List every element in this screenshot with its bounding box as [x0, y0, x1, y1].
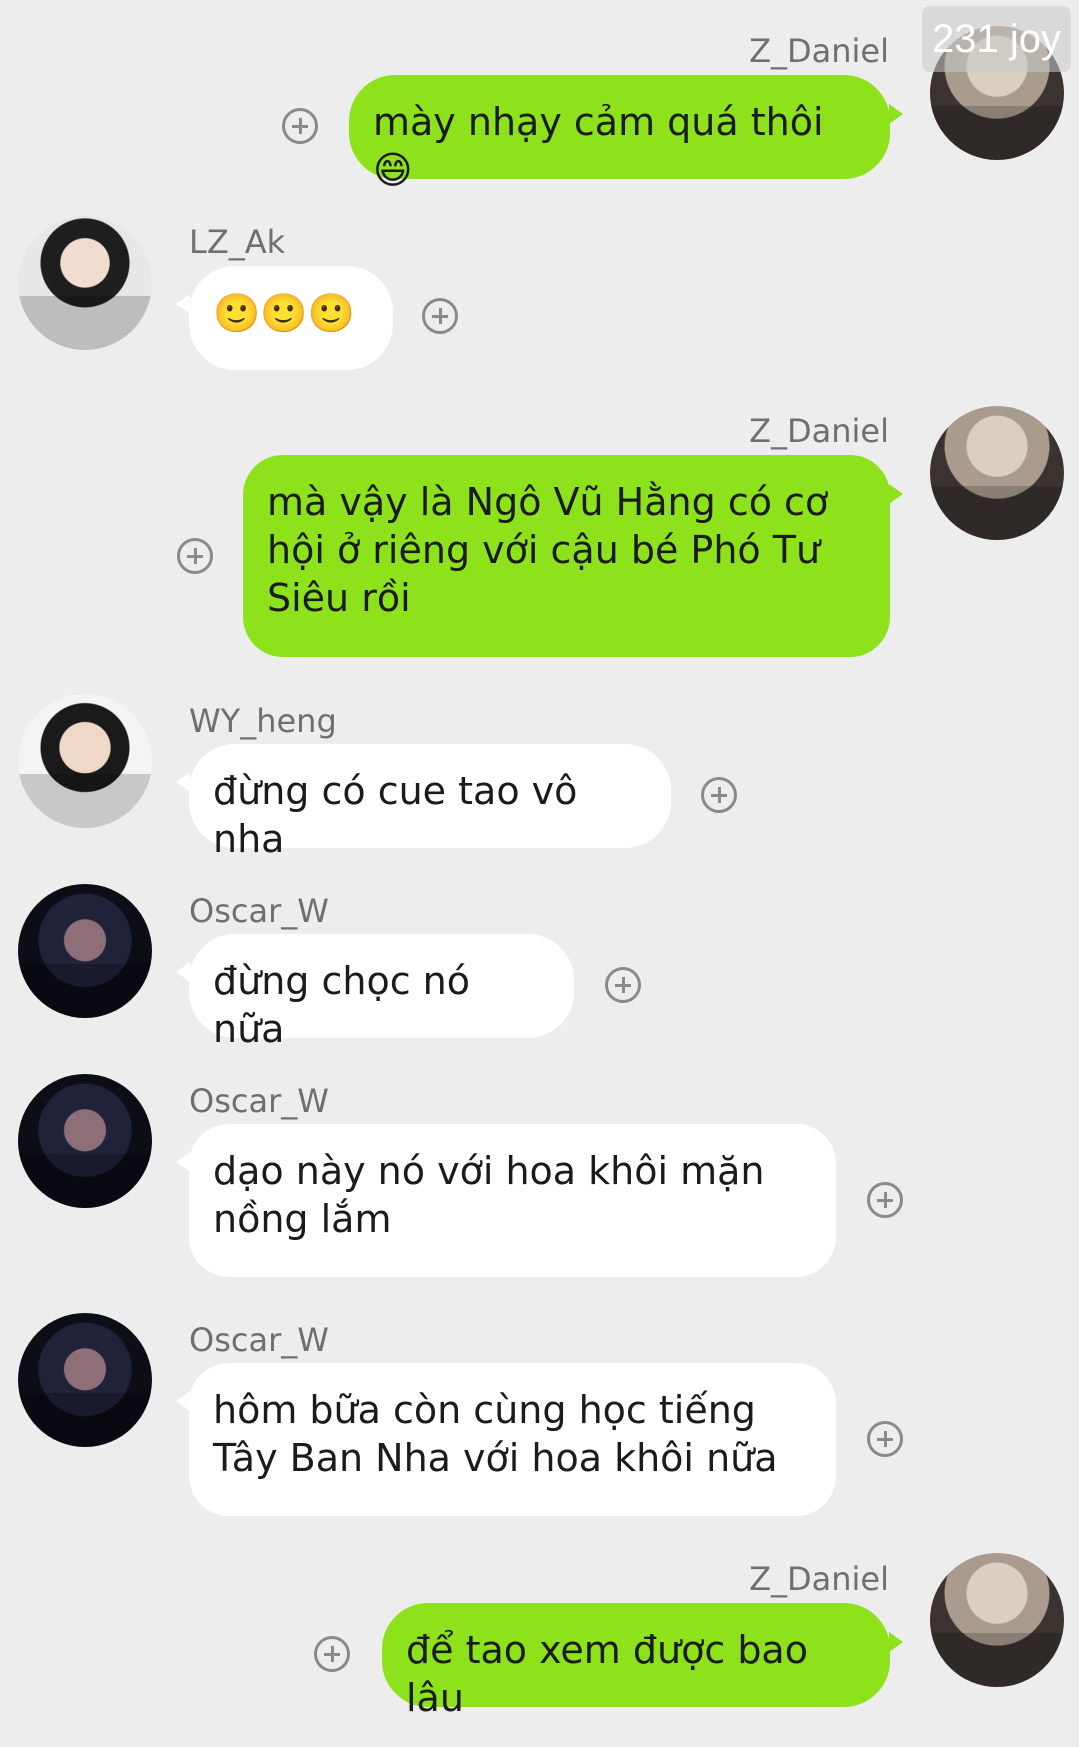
sender-name: Oscar_W [189, 892, 329, 930]
add-reaction-icon[interactable] [605, 967, 641, 1003]
message-bubble[interactable]: dạo này nó với hoa khôi mặn nồng lắm [189, 1124, 836, 1277]
avatar[interactable] [18, 884, 152, 1018]
bubble-tail [889, 1632, 903, 1652]
add-reaction-icon[interactable] [422, 298, 458, 334]
add-reaction-icon[interactable] [177, 538, 213, 574]
message-bubble[interactable]: đừng chọc nó nữa [189, 934, 574, 1051]
avatar[interactable] [930, 1553, 1064, 1687]
add-reaction-icon[interactable] [701, 777, 737, 813]
message-bubble[interactable]: mày nhạy cảm quá thôi 😄 [349, 75, 890, 192]
bubble-tail [889, 104, 903, 124]
bubble-tail [176, 1391, 190, 1411]
add-reaction-icon[interactable] [867, 1182, 903, 1218]
message-bubble[interactable]: đừng có cue tao vô nha [189, 744, 671, 861]
add-reaction-icon[interactable] [867, 1421, 903, 1457]
avatar[interactable] [18, 694, 152, 828]
sender-name: Oscar_W [189, 1082, 329, 1120]
avatar[interactable] [18, 1313, 152, 1447]
avatar[interactable] [18, 1074, 152, 1208]
message-bubble[interactable]: 🙂🙂🙂 [189, 266, 393, 370]
bubble-tail [176, 294, 190, 314]
sender-name: WY_heng [189, 702, 337, 740]
bubble-tail [176, 772, 190, 792]
add-reaction-icon[interactable] [282, 108, 318, 144]
bubble-tail [889, 484, 903, 504]
add-reaction-icon[interactable] [314, 1636, 350, 1672]
watermark: 231 joy [922, 6, 1071, 72]
message-bubble[interactable]: để tao xem được bao lâu [382, 1603, 890, 1720]
sender-name: Z_Daniel [749, 32, 889, 70]
sender-name: Oscar_W [189, 1321, 329, 1359]
message-bubble[interactable]: mà vậy là Ngô Vũ Hằng có cơ hội ở riêng … [243, 455, 890, 657]
bubble-tail [176, 1152, 190, 1172]
sender-name: Z_Daniel [749, 412, 889, 450]
avatar[interactable] [18, 216, 152, 350]
sender-name: Z_Daniel [749, 1560, 889, 1598]
sender-name: LZ_Ak [189, 223, 286, 261]
bubble-tail [176, 962, 190, 982]
avatar[interactable] [930, 406, 1064, 540]
message-bubble[interactable]: hôm bữa còn cùng học tiếng Tây Ban Nha v… [189, 1363, 836, 1516]
